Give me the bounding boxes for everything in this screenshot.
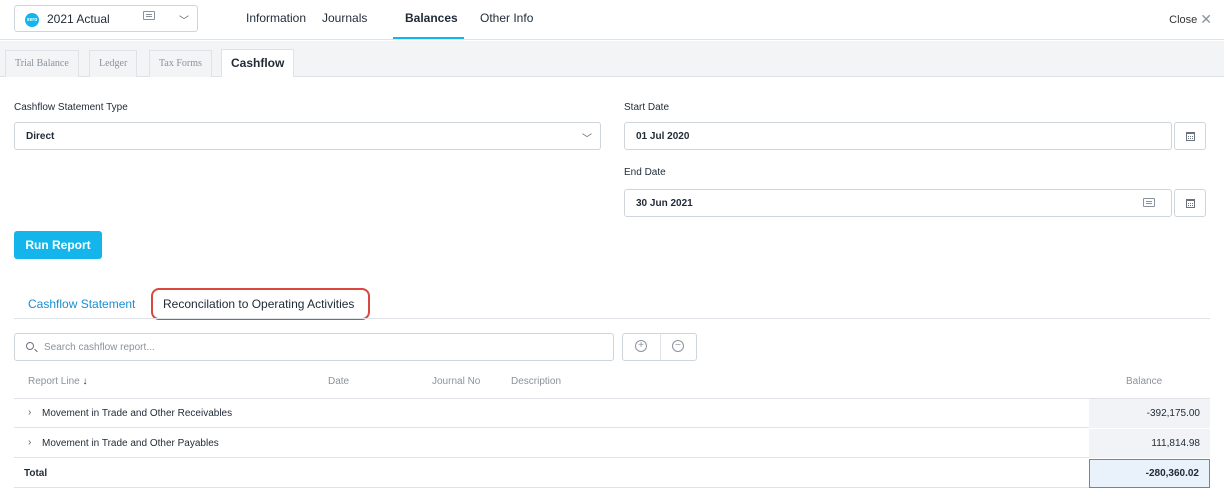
total-label: Total bbox=[24, 468, 48, 479]
total-balance-cell[interactable]: -280,360.02 bbox=[1089, 459, 1210, 488]
calendar-icon bbox=[1186, 199, 1195, 208]
divider bbox=[660, 334, 661, 360]
subtab-bar: Trial Balance Ledger Tax Forms Cashflow bbox=[0, 41, 1224, 77]
end-date-label: End Date bbox=[624, 167, 666, 178]
col-description[interactable]: Description bbox=[511, 376, 561, 387]
minus-circle-icon[interactable]: − bbox=[672, 340, 684, 352]
start-date-calendar-button[interactable] bbox=[1174, 122, 1206, 150]
table-row[interactable]: › Movement in Trade and Other Receivable… bbox=[14, 399, 1210, 428]
run-report-button[interactable]: Run Report bbox=[14, 231, 102, 259]
cashflow-type-value: Direct bbox=[26, 131, 55, 142]
tab-ledger[interactable]: Ledger bbox=[89, 50, 138, 77]
active-nav-indicator bbox=[393, 37, 464, 39]
chevron-down-icon: ﹀ bbox=[179, 16, 189, 27]
tab-trial-balance[interactable]: Trial Balance bbox=[5, 50, 79, 77]
col-journal-no[interactable]: Journal No bbox=[432, 376, 480, 387]
close-icon: ✕ bbox=[1200, 11, 1212, 27]
end-date-value: 30 Jun 2021 bbox=[636, 198, 693, 209]
col-date[interactable]: Date bbox=[328, 376, 349, 387]
entity-label: 2021 Actual bbox=[47, 12, 110, 26]
close-button[interactable]: Close ✕ bbox=[1169, 11, 1212, 28]
chevron-right-icon[interactable]: › bbox=[28, 407, 31, 418]
start-date-label: Start Date bbox=[624, 102, 670, 113]
end-date-input[interactable]: 30 Jun 2021 bbox=[624, 189, 1172, 217]
col-report-line[interactable]: Report Line ↓ bbox=[28, 376, 87, 387]
col-balance[interactable]: Balance bbox=[1126, 376, 1162, 387]
chevron-down-icon: ﹀ bbox=[582, 134, 592, 145]
tab-tax-forms[interactable]: Tax Forms bbox=[149, 50, 212, 77]
start-date-value: 01 Jul 2020 bbox=[636, 131, 690, 142]
report-line-label: Movement in Trade and Other Receivables bbox=[42, 408, 233, 419]
chevron-right-icon[interactable]: › bbox=[28, 437, 31, 448]
xero-logo-icon: xero bbox=[25, 13, 39, 27]
balance-cell: 111,814.98 bbox=[1089, 429, 1210, 458]
balance-value: 111,814.98 bbox=[1151, 438, 1200, 449]
nav-information[interactable]: Information bbox=[246, 11, 306, 25]
table-row[interactable]: › Movement in Trade and Other Payables 1… bbox=[14, 429, 1210, 458]
top-bar: xero 2021 Actual ﹀ Information Journals … bbox=[0, 0, 1224, 40]
col-report-line-label: Report Line bbox=[28, 376, 80, 387]
report-line-label: Movement in Trade and Other Payables bbox=[42, 438, 219, 449]
balance-value: -392,175.00 bbox=[1146, 408, 1200, 419]
nav-other-info[interactable]: Other Info bbox=[480, 11, 533, 25]
search-icon bbox=[26, 342, 34, 350]
tab-cashflow-statement[interactable]: Cashflow Statement bbox=[28, 297, 135, 311]
close-label: Close bbox=[1169, 14, 1198, 26]
balance-cell: -392,175.00 bbox=[1089, 399, 1210, 428]
end-date-calendar-button[interactable] bbox=[1174, 189, 1206, 217]
cashflow-type-select[interactable]: Direct ﹀ bbox=[14, 122, 601, 150]
tab-cashflow[interactable]: Cashflow bbox=[221, 49, 295, 77]
tabs-divider bbox=[14, 318, 1210, 319]
highlight-annotation bbox=[151, 288, 370, 320]
entity-select[interactable]: xero 2021 Actual ﹀ bbox=[14, 5, 198, 32]
calendar-icon bbox=[1186, 132, 1195, 141]
nav-balances[interactable]: Balances bbox=[405, 11, 458, 25]
search-field[interactable]: Search cashflow report... bbox=[14, 333, 614, 361]
search-placeholder: Search cashflow report... bbox=[44, 342, 155, 353]
cashflow-type-label: Cashflow Statement Type bbox=[14, 102, 128, 113]
card-icon bbox=[143, 11, 155, 20]
arrow-down-icon: ↓ bbox=[82, 376, 88, 387]
card-icon bbox=[1143, 198, 1155, 207]
expand-collapse-group: + − bbox=[622, 333, 697, 361]
start-date-input[interactable]: 01 Jul 2020 bbox=[624, 122, 1172, 150]
plus-circle-icon[interactable]: + bbox=[635, 340, 647, 352]
total-balance-value: -280,360.02 bbox=[1145, 468, 1199, 479]
nav-journals[interactable]: Journals bbox=[322, 11, 367, 25]
total-row: Total -280,360.02 bbox=[14, 459, 1210, 488]
